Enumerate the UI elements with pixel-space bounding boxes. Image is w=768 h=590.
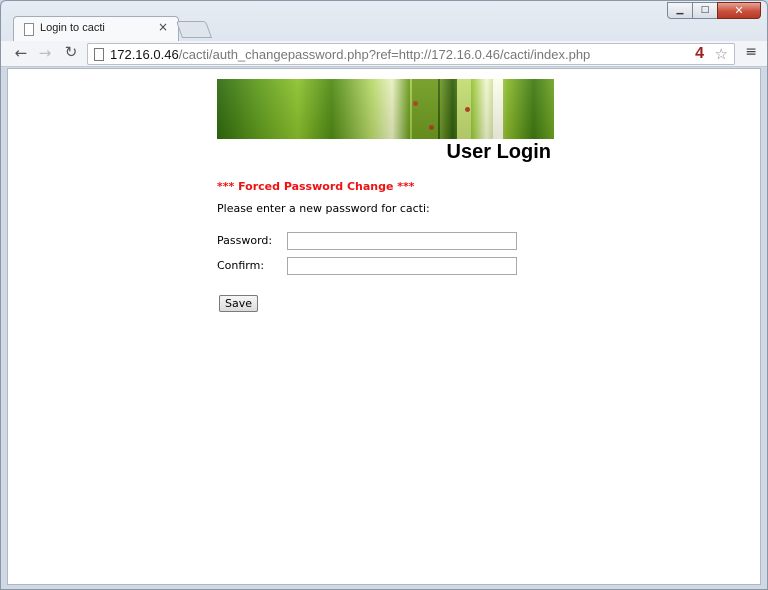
password-row: Password:: [217, 228, 557, 253]
maximize-button[interactable]: □: [692, 2, 718, 19]
password-field[interactable]: [287, 231, 517, 250]
minimize-button[interactable]: ▁: [667, 2, 693, 19]
window-controls: ▁ □ ✕: [667, 2, 761, 19]
banner-image: [217, 79, 554, 139]
extension-badge[interactable]: 4: [695, 45, 704, 63]
reload-icon[interactable]: ↻: [61, 43, 81, 61]
forward-arrow-icon[interactable]: →: [35, 44, 55, 62]
login-content: User Login *** Forced Password Change **…: [217, 79, 557, 312]
forced-change-warning: *** Forced Password Change ***: [217, 180, 415, 193]
bookmark-star-icon[interactable]: ☆: [715, 45, 728, 63]
new-tab-button[interactable]: [175, 21, 213, 38]
browser-window: Login to cacti × ▁ □ ✕ ← → ↻ 172.16.0.46…: [0, 0, 768, 590]
banner-thorn: [413, 101, 418, 106]
banner-plant-stem: [493, 79, 503, 139]
window-close-button[interactable]: ✕: [717, 2, 761, 19]
tab-strip: Login to cacti × ▁ □ ✕: [1, 1, 767, 42]
banner-thorn: [429, 125, 434, 130]
url-path: /cacti/auth_changepassword.php?ref=http:…: [178, 47, 591, 62]
menu-icon[interactable]: ≡: [745, 44, 757, 60]
page-title: User Login: [446, 141, 551, 163]
page-icon: [24, 23, 34, 36]
banner-plant-stem: [457, 79, 471, 139]
tab-title: Login to cacti: [40, 22, 105, 34]
instructions-text: Please enter a new password for cacti:: [217, 202, 430, 215]
page-viewport: User Login *** Forced Password Change **…: [7, 68, 761, 585]
browser-toolbar: ← → ↻ 172.16.0.46/cacti/auth_changepassw…: [1, 41, 767, 67]
change-password-form: Password: Confirm: Save: [217, 228, 557, 312]
page-icon: [94, 48, 104, 61]
url-text[interactable]: 172.16.0.46/cacti/auth_changepassword.ph…: [110, 47, 590, 62]
confirm-field[interactable]: [287, 256, 517, 275]
banner-thorn: [465, 107, 470, 112]
password-label: Password:: [217, 234, 273, 247]
banner-plant-stem: [410, 79, 440, 139]
confirm-row: Confirm:: [217, 253, 557, 278]
back-arrow-icon[interactable]: ←: [11, 44, 31, 62]
close-icon[interactable]: ×: [158, 20, 168, 34]
url-host: 172.16.0.46: [110, 47, 179, 62]
tab-login-to-cacti[interactable]: Login to cacti ×: [13, 16, 179, 42]
address-bar[interactable]: 172.16.0.46/cacti/auth_changepassword.ph…: [87, 43, 735, 65]
confirm-label: Confirm:: [217, 259, 265, 272]
save-button[interactable]: Save: [219, 295, 259, 312]
